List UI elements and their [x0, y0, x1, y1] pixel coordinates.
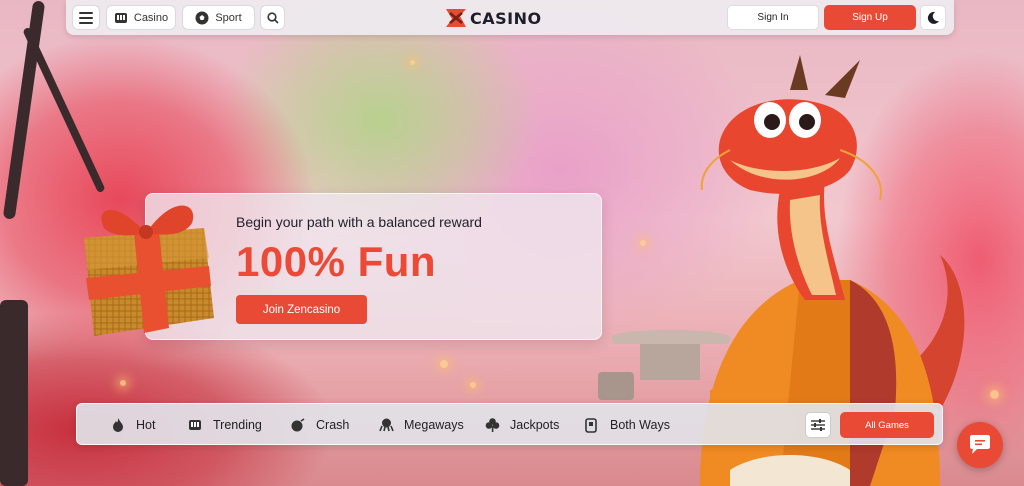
live-chat-button[interactable]: [957, 422, 1003, 468]
logo-text: CASINO: [470, 8, 542, 28]
category-megaways[interactable]: Megaways: [378, 404, 464, 446]
logo-icon: [446, 9, 466, 27]
casino-nav-label: Casino: [133, 11, 169, 24]
stone-lantern: [598, 372, 634, 400]
sport-nav-button[interactable]: Sport: [182, 5, 255, 30]
all-games-button[interactable]: All Games: [840, 412, 934, 438]
chat-icon: [970, 435, 990, 454]
bokeh-light: [440, 360, 448, 368]
category-label: Hot: [136, 418, 156, 432]
category-label: Megaways: [404, 418, 464, 432]
bokeh-light: [410, 60, 415, 65]
tree-trunk: [0, 300, 28, 486]
bokeh-light: [470, 382, 476, 388]
category-bar: Hot Trending Crash Megaways Jackpots Bot…: [76, 403, 943, 445]
soccer-ball-icon: [195, 11, 209, 24]
sign-in-button[interactable]: Sign In: [727, 5, 819, 30]
theme-toggle-button[interactable]: [920, 5, 946, 30]
bomb-icon: [290, 417, 306, 433]
filter-button[interactable]: [805, 412, 831, 438]
octopus-icon: [378, 417, 394, 433]
hamburger-icon: [79, 11, 93, 24]
clover-icon: [484, 417, 500, 433]
category-label: Both Ways: [610, 418, 670, 432]
menu-button[interactable]: [72, 5, 100, 30]
gift-box-icon: [84, 205, 214, 336]
card-icon: [584, 417, 600, 433]
join-button[interactable]: Join Zencasino: [236, 295, 367, 324]
category-jackpots[interactable]: Jackpots: [484, 404, 559, 446]
search-button[interactable]: [260, 5, 285, 30]
slot-machine-icon: [187, 417, 203, 433]
slot-machine-icon: [114, 12, 127, 23]
category-label: Trending: [213, 418, 262, 432]
promo-subtitle: Begin your path with a balanced reward: [236, 214, 482, 230]
casino-nav-button[interactable]: Casino: [106, 5, 176, 30]
flame-icon: [110, 417, 126, 433]
category-both-ways[interactable]: Both Ways: [584, 404, 670, 446]
sport-nav-label: Sport: [215, 11, 242, 24]
category-label: Jackpots: [510, 418, 560, 432]
bokeh-light: [120, 380, 126, 386]
moon-icon: [927, 11, 939, 24]
category-crash[interactable]: Crash: [290, 404, 349, 446]
category-label: Crash: [316, 418, 350, 432]
sliders-icon: [811, 419, 825, 431]
search-icon: [266, 11, 279, 24]
promo-headline: 100% Fun: [236, 238, 437, 285]
tree-trunk: [22, 26, 106, 194]
sign-up-button[interactable]: Sign Up: [824, 5, 916, 30]
site-logo[interactable]: CASINO: [444, 6, 542, 30]
category-hot[interactable]: Hot: [110, 404, 155, 446]
category-trending[interactable]: Trending: [187, 404, 262, 446]
